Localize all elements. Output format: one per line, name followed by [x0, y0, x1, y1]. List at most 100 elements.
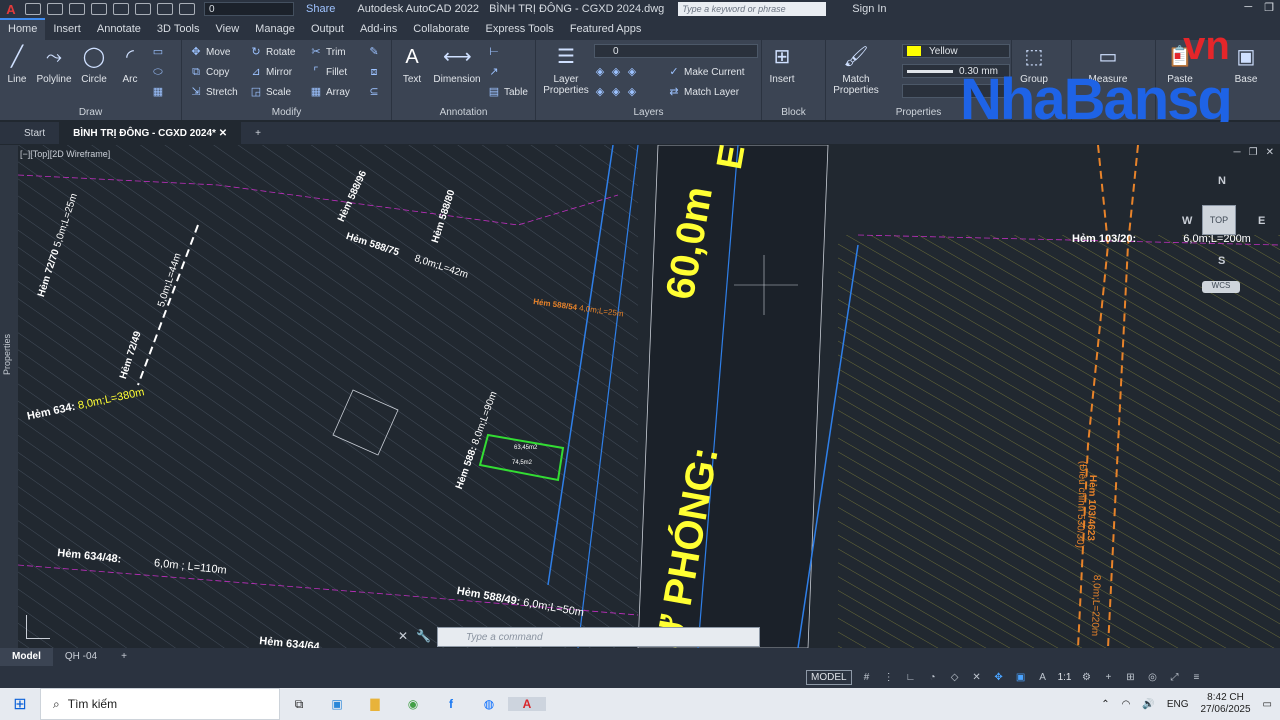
- stretch-button[interactable]: ⇲ Stretch: [190, 86, 237, 98]
- ribbon-tab-view[interactable]: View: [208, 18, 248, 40]
- ribbon-tab-3d-tools[interactable]: 3D Tools: [149, 18, 208, 40]
- properties-palette-collapsed[interactable]: Properties: [0, 145, 18, 648]
- new-icon[interactable]: [25, 3, 41, 15]
- minimize-icon[interactable]: ─: [1244, 1, 1252, 14]
- linear-dim-button[interactable]: ⊢: [488, 46, 500, 58]
- compass-north[interactable]: N: [1218, 175, 1226, 187]
- save-icon[interactable]: [69, 3, 85, 15]
- current-document-tab[interactable]: BÌNH TRỊ ĐÔNG - CGXD 2024* ✕: [59, 122, 242, 144]
- ribbon-tab-manage[interactable]: Manage: [247, 18, 303, 40]
- arc-button[interactable]: ◜ Arc: [114, 44, 146, 85]
- new-tab-button[interactable]: +: [241, 122, 275, 144]
- ortho-icon[interactable]: ∟: [904, 672, 918, 683]
- open-icon[interactable]: [47, 3, 63, 15]
- ribbon-tab-home[interactable]: Home: [0, 18, 46, 40]
- offset-button[interactable]: ⊆: [368, 86, 380, 98]
- app-facebook-button[interactable]: f: [432, 697, 470, 711]
- scale-button[interactable]: ◲ Scale: [250, 86, 291, 98]
- compass-east[interactable]: E: [1258, 215, 1265, 227]
- annotation-monitor-icon[interactable]: A: [1036, 672, 1050, 683]
- snap-icon[interactable]: ⋮: [882, 672, 896, 683]
- model-space-toggle[interactable]: MODEL: [806, 669, 852, 685]
- rectangle-button[interactable]: ▭: [152, 46, 164, 58]
- start-tab[interactable]: Start: [0, 122, 59, 144]
- polar-icon[interactable]: ◔: [926, 672, 940, 683]
- layers-panel-title[interactable]: Layers: [536, 107, 761, 118]
- app-explorer-button[interactable]: ▇: [356, 697, 394, 711]
- customize-menu-icon[interactable]: ≡: [1189, 672, 1203, 683]
- polyline-button[interactable]: ⤳ Polyline: [34, 44, 74, 85]
- layout-tab-qh04[interactable]: QH -04: [53, 648, 109, 666]
- share-button[interactable]: Share: [306, 3, 335, 15]
- annotation-panel-title[interactable]: Annotation: [392, 107, 535, 118]
- tray-expand-icon[interactable]: ⌃: [1101, 699, 1109, 710]
- maximize-viewport-icon[interactable]: ❐: [1249, 147, 1258, 158]
- fullscreen-icon[interactable]: ⤢: [1167, 672, 1181, 683]
- autocad-logo[interactable]: A: [0, 0, 22, 18]
- viewcube-top-face[interactable]: TOP: [1202, 205, 1236, 235]
- grid-icon[interactable]: #: [860, 672, 874, 683]
- task-view-button[interactable]: ⧉: [280, 697, 318, 712]
- viewcube[interactable]: N W E S TOP WCS: [1180, 175, 1270, 300]
- ribbon-tab-featured-apps[interactable]: Featured Apps: [562, 18, 650, 40]
- annotation-plus-icon[interactable]: +: [1101, 672, 1115, 683]
- ribbon-tab-express-tools[interactable]: Express Tools: [478, 18, 562, 40]
- ribbon-tab-output[interactable]: Output: [303, 18, 352, 40]
- compass-west[interactable]: W: [1182, 215, 1192, 227]
- make-current-button[interactable]: ✓ Make Current: [668, 66, 744, 78]
- add-layout-button[interactable]: +: [109, 648, 139, 666]
- command-input[interactable]: Type a command: [437, 627, 760, 647]
- lightbulb-icon[interactable]: [179, 3, 195, 15]
- plot-icon[interactable]: [113, 3, 129, 15]
- erase-button[interactable]: ✎: [368, 46, 380, 58]
- dimension-button[interactable]: ⟷ Dimension: [430, 44, 484, 85]
- table-button[interactable]: ▤ Table: [488, 86, 528, 98]
- block-panel-title[interactable]: Block: [762, 107, 825, 118]
- circle-button[interactable]: ◯ Circle: [78, 44, 110, 85]
- close-viewport-icon[interactable]: ✕: [1266, 147, 1274, 158]
- redo-icon[interactable]: [157, 3, 173, 15]
- match-layer-button[interactable]: ⇄ Match Layer: [668, 86, 739, 98]
- viewport-controls-label[interactable]: [−][Top][2D Wireframe]: [20, 149, 110, 159]
- app-browser-button[interactable]: ◉: [394, 697, 432, 711]
- taskbar-clock[interactable]: 8:42 CH 27/06/2025: [1200, 692, 1250, 716]
- app-mail-button[interactable]: ▣: [318, 697, 356, 711]
- taskbar-search-input[interactable]: ⌕ Tìm kiếm: [40, 688, 280, 720]
- fillet-button[interactable]: ⌜ Fillet: [310, 66, 347, 78]
- minimize-viewport-icon[interactable]: ─: [1234, 147, 1241, 158]
- language-indicator[interactable]: ENG: [1167, 699, 1189, 710]
- units-icon[interactable]: ⊞: [1123, 672, 1137, 683]
- layer-dropdown[interactable]: 0: [594, 44, 758, 58]
- close-command-icon[interactable]: ✕: [398, 629, 408, 643]
- match-properties-button[interactable]: 🖌 Match Properties: [830, 44, 882, 96]
- array-button[interactable]: ▦ Array: [310, 86, 350, 98]
- mirror-button[interactable]: ⊿ Mirror: [250, 66, 292, 78]
- layer-properties-button[interactable]: ☰ Layer Properties: [542, 44, 590, 96]
- rotate-button[interactable]: ↻ Rotate: [250, 46, 295, 58]
- customize-command-icon[interactable]: 🔧: [416, 629, 431, 643]
- ribbon-tab-annotate[interactable]: Annotate: [89, 18, 149, 40]
- selection-cycling-icon[interactable]: ▣: [1014, 672, 1028, 683]
- line-button[interactable]: ╱ Line: [2, 44, 32, 85]
- ellipse-button[interactable]: ⬭: [152, 66, 164, 78]
- app-zalo-button[interactable]: ◍: [470, 697, 508, 711]
- ribbon-tab-add-ins[interactable]: Add-ins: [352, 18, 405, 40]
- restore-icon[interactable]: ❐: [1264, 1, 1274, 14]
- explode-button[interactable]: ⧈: [368, 66, 380, 78]
- trim-button[interactable]: ✂ Trim: [310, 46, 345, 58]
- hatch-button[interactable]: ▦: [152, 86, 164, 98]
- base-button[interactable]: ▣ Base: [1226, 44, 1266, 85]
- workspace-gear-icon[interactable]: ⚙: [1079, 672, 1093, 683]
- dynamic-input-icon[interactable]: ✥: [992, 672, 1006, 683]
- color-dropdown[interactable]: Yellow: [902, 44, 1010, 58]
- layer-tools-row2[interactable]: ◈ ◈ ◈: [594, 86, 638, 98]
- windows-start-button[interactable]: ⊞: [0, 694, 40, 714]
- annotation-scale[interactable]: 1:1: [1058, 672, 1072, 683]
- saveas-icon[interactable]: [91, 3, 107, 15]
- sign-in-button[interactable]: Sign In: [852, 3, 886, 15]
- move-button[interactable]: ✥ Move: [190, 46, 230, 58]
- qat-layer-dropdown[interactable]: 0: [204, 2, 294, 16]
- isodraft-icon[interactable]: ◇: [948, 672, 962, 683]
- network-icon[interactable]: ◠: [1122, 699, 1131, 710]
- osnap-icon[interactable]: ✕: [970, 672, 984, 683]
